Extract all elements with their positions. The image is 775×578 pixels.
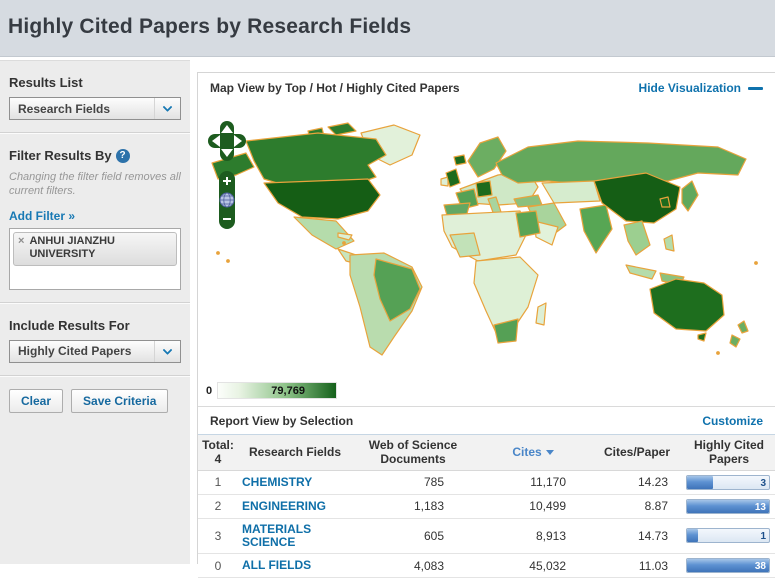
include-results-select[interactable]: Highly Cited Papers <box>9 339 181 363</box>
table-row: 0 ALL FIELDS 4,083 45,032 11.03 38 <box>198 553 775 578</box>
wos-documents-value: 4,083 <box>352 553 474 578</box>
field-link[interactable]: MATERIALS SCIENCE <box>242 522 311 549</box>
filter-label: Filter Results By <box>9 148 112 163</box>
results-list-select[interactable]: Research Fields <box>9 97 181 120</box>
map-area: 0 79,769 <box>198 103 775 406</box>
map-controls <box>208 121 248 234</box>
zoom-out-icon <box>223 218 231 220</box>
cites-value: 45,032 <box>474 553 592 578</box>
results-list-section: Results List Research Fields <box>0 61 190 132</box>
legend-min-value: 0 <box>206 384 213 397</box>
results-list-selected-value: Research Fields <box>18 101 111 116</box>
field-link[interactable]: CHEMISTRY <box>242 475 312 489</box>
page-title: Highly Cited Papers by Research Fields <box>8 15 412 38</box>
highly-cited-bar: 3 <box>686 474 770 490</box>
filter-tag: × ANHUI JIANZHU UNIVERSITY <box>13 231 177 267</box>
map-legend: 0 79,769 <box>206 382 338 399</box>
main-panel: Map View by Top / Hot / Highly Cited Pap… <box>197 72 775 578</box>
highly-cited-value: 1 <box>760 531 766 543</box>
collapse-icon[interactable] <box>748 86 763 90</box>
row-rank: 2 <box>198 494 238 519</box>
filter-section: Filter Results By? Changing the filter f… <box>0 134 190 302</box>
map-view-title: Map View by Top / Hot / Highly Cited Pap… <box>210 81 460 95</box>
clear-button[interactable]: Clear <box>9 388 64 413</box>
column-header-cites-per-paper[interactable]: Cites/Paper <box>592 434 682 471</box>
chevron-down-icon <box>154 340 180 362</box>
legend-max-value: 79,769 <box>271 384 305 397</box>
highly-cited-bar: 1 <box>686 528 770 544</box>
chevron-down-icon <box>154 98 180 119</box>
results-list-label: Results List <box>9 75 83 90</box>
page-header: Highly Cited Papers by Research Fields <box>0 0 775 57</box>
report-view-title: Report View by Selection <box>210 413 354 428</box>
include-results-label: Include Results For <box>9 317 130 333</box>
save-criteria-button[interactable]: Save Criteria <box>71 388 169 413</box>
column-header-cites[interactable]: Cites <box>474 434 592 471</box>
map-zoom-control[interactable] <box>219 171 235 229</box>
customize-link[interactable]: Customize <box>702 414 763 428</box>
legend-gradient-bar: 79,769 <box>217 382 338 399</box>
table-row: 1 CHEMISTRY 785 11,170 14.23 3 <box>198 470 775 495</box>
sidebar: Results List Research Fields Filter Resu… <box>0 60 190 564</box>
cites-value: 8,913 <box>474 518 592 555</box>
sidebar-buttons: Clear Save Criteria <box>0 377 190 425</box>
add-filter-link[interactable]: Add Filter » <box>9 209 75 223</box>
cites-per-paper-value: 14.23 <box>592 470 682 495</box>
table-header-row: Total: 4 Research Fields Web of Science … <box>198 434 775 471</box>
include-results-selected-value: Highly Cited Papers <box>18 344 132 359</box>
column-header-wos-documents[interactable]: Web of Science Documents <box>352 434 474 471</box>
column-header-highly-cited-papers[interactable]: Highly Cited Papers <box>682 434 775 471</box>
world-map[interactable] <box>198 103 775 373</box>
highly-cited-value: 13 <box>754 501 766 513</box>
cites-per-paper-value: 14.73 <box>592 518 682 555</box>
help-icon[interactable]: ? <box>115 149 130 163</box>
filter-tag-label: ANHUI JIANZHU UNIVERSITY <box>29 234 115 261</box>
row-rank: 0 <box>198 553 238 578</box>
report-table: Total: 4 Research Fields Web of Science … <box>198 434 775 578</box>
remove-filter-icon[interactable]: × <box>18 235 24 263</box>
map-view-header: Map View by Top / Hot / Highly Cited Pap… <box>198 73 775 103</box>
highly-cited-bar: 38 <box>686 558 770 574</box>
sort-desc-icon <box>545 450 554 456</box>
report-view-header: Report View by Selection Customize <box>198 406 775 434</box>
cites-per-paper-value: 11.03 <box>592 553 682 578</box>
wos-documents-value: 1,183 <box>352 494 474 519</box>
hide-visualization-link[interactable]: Hide Visualization <box>639 81 741 95</box>
filter-list-box[interactable]: × ANHUI JIANZHU UNIVERSITY <box>9 227 181 290</box>
map-pan-control[interactable] <box>208 121 246 161</box>
filter-note: Changing the filter field removes all cu… <box>9 171 181 198</box>
include-results-section: Include Results For Highly Cited Papers <box>0 304 190 375</box>
field-link[interactable]: ENGINEERING <box>242 499 326 513</box>
cites-value: 10,499 <box>474 494 592 519</box>
total-header: Total: 4 <box>198 434 238 471</box>
row-rank: 3 <box>198 518 238 555</box>
field-link[interactable]: ALL FIELDS <box>242 558 311 572</box>
cites-per-paper-value: 8.87 <box>592 494 682 519</box>
table-row: 3 MATERIALS SCIENCE 605 8,913 14.73 1 <box>198 518 775 555</box>
row-rank: 1 <box>198 470 238 495</box>
highly-cited-value: 3 <box>760 477 766 489</box>
table-row: 2 ENGINEERING 1,183 10,499 8.87 13 <box>198 494 775 519</box>
highly-cited-bar: 13 <box>686 498 770 514</box>
cites-value: 11,170 <box>474 470 592 495</box>
globe-icon <box>219 192 235 208</box>
column-header-research-fields[interactable]: Research Fields <box>238 434 352 471</box>
wos-documents-value: 605 <box>352 518 474 555</box>
wos-documents-value: 785 <box>352 470 474 495</box>
highly-cited-value: 38 <box>754 561 766 573</box>
